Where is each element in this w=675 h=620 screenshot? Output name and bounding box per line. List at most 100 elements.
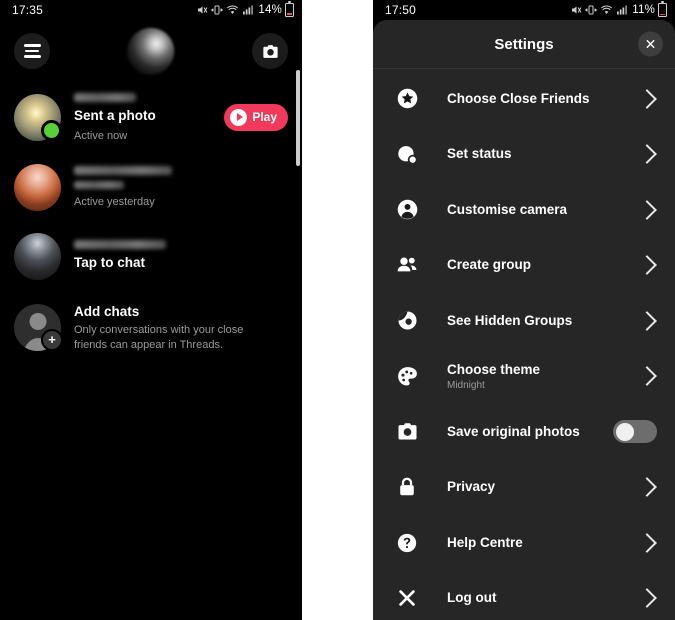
chat-row[interactable]: Sent a photo Active now Play (0, 82, 302, 153)
settings-item-choose-close-friends[interactable]: Choose Close Friends (373, 71, 675, 127)
settings-item-label: Choose Close Friends (447, 90, 590, 106)
lock-icon (395, 475, 419, 499)
camera-icon (262, 44, 278, 58)
left-app-header (0, 20, 302, 82)
toggle-knob (615, 422, 634, 441)
settings-item-create-group[interactable]: Create group (373, 238, 675, 294)
settings-sheet: Settings Choose Close Friends Set status… (373, 20, 675, 620)
settings-item-label: Help Centre (447, 534, 523, 550)
settings-item-privacy[interactable]: Privacy (373, 460, 675, 516)
play-button[interactable]: Play (224, 103, 288, 131)
chevron-right-icon (637, 310, 657, 331)
wifi-icon (227, 5, 239, 14)
plus-icon: + (41, 328, 63, 351)
settings-item-label: Set status (447, 146, 512, 162)
hamburger-menu-button[interactable] (14, 33, 50, 69)
settings-item-value: Midnight (447, 379, 485, 391)
chat-row[interactable]: Tap to chat (0, 222, 302, 291)
settings-item-label: Choose theme (447, 361, 541, 377)
profile-orb-avatar[interactable] (128, 28, 174, 74)
add-chats-row[interactable]: + Add chats Only conversations with your… (0, 291, 302, 367)
redacted-name (74, 93, 136, 102)
chevron-right-icon (637, 255, 657, 276)
left-phone-screen: 17:35 14% Sent a photo Active now Play A… (0, 0, 302, 620)
status-circle-icon (395, 142, 419, 166)
chevron-right-icon (637, 532, 657, 553)
chat-title: Tap to chat (74, 255, 146, 271)
settings-item-label: Log out (447, 590, 497, 606)
settings-item-text: See Hidden Groups (447, 313, 640, 329)
redacted-name (74, 240, 166, 250)
chat-row[interactable]: Active yesterday (0, 153, 302, 222)
mute-icon (198, 6, 208, 14)
palette-icon (395, 364, 419, 388)
vertical-scrollbar[interactable] (296, 70, 300, 166)
people-icon (395, 253, 419, 277)
close-x-icon (395, 586, 419, 610)
settings-item-text: Create group (447, 257, 640, 273)
chevron-right-icon (637, 366, 657, 387)
vibrate-icon (585, 5, 597, 15)
settings-item-text: Choose theme Midnight (447, 362, 640, 391)
settings-item-text: Log out (447, 590, 640, 606)
settings-item-text: Customise camera (447, 202, 640, 218)
chevron-right-icon (637, 199, 657, 220)
chevron-right-icon (637, 88, 657, 109)
status-time: 17:35 (12, 3, 44, 17)
add-chats-title: Add chats (74, 303, 140, 319)
chat-text: Tap to chat (74, 240, 288, 272)
settings-item-log-out[interactable]: Log out (373, 571, 675, 620)
redacted-name (74, 166, 172, 176)
camera-icon (395, 420, 419, 444)
chat-title: Sent a photo (74, 108, 156, 123)
chat-text: Active yesterday (74, 166, 288, 208)
settings-item-save-original-photos[interactable]: Save original photos (373, 404, 675, 460)
close-button[interactable] (638, 31, 663, 57)
settings-item-label: Save original photos (447, 423, 580, 439)
right-status-bar: 17:50 11% (373, 0, 675, 20)
settings-item-label: Customise camera (447, 201, 568, 217)
question-icon (395, 531, 419, 555)
settings-list: Choose Close Friends Set status Customis… (373, 69, 675, 620)
wifi-icon (601, 5, 613, 14)
add-chats-avatar: + (14, 303, 63, 351)
settings-item-label: Privacy (447, 479, 496, 495)
chat-subtitle: Active now (74, 129, 128, 142)
close-icon (646, 40, 655, 48)
eye-icon (395, 309, 419, 333)
page-title: Settings (494, 35, 554, 53)
settings-item-set-status[interactable]: Set status (373, 127, 675, 183)
battery-percent: 11% (632, 4, 655, 16)
battery-icon (285, 1, 294, 17)
online-status-dot (41, 119, 62, 141)
chat-subtitle: Active yesterday (74, 196, 155, 209)
redacted-title (74, 181, 124, 190)
chevron-right-icon (637, 477, 657, 498)
status-icons: 14% (196, 1, 294, 17)
settings-item-text: Help Centre (447, 535, 640, 551)
settings-header: Settings (373, 20, 675, 69)
status-icons: 11% (570, 1, 667, 17)
avatar (14, 163, 61, 211)
play-button-label: Play (252, 110, 277, 125)
settings-item-help-centre[interactable]: Help Centre (373, 515, 675, 571)
settings-item-text: Privacy (447, 479, 640, 495)
settings-item-label: See Hidden Groups (447, 312, 573, 328)
mute-icon (572, 6, 582, 14)
settings-item-text: Choose Close Friends (447, 91, 640, 107)
signal-icon (617, 5, 628, 15)
signal-icon (243, 5, 254, 15)
settings-item-label: Create group (447, 257, 532, 273)
save-original-photos-toggle[interactable] (613, 420, 657, 444)
avatar (14, 232, 61, 280)
chat-list: Sent a photo Active now Play Active yest… (0, 82, 302, 375)
chevron-right-icon (637, 588, 657, 609)
play-icon (230, 108, 248, 126)
settings-item-choose-theme[interactable]: Choose theme Midnight (373, 349, 675, 405)
star-icon (395, 87, 419, 111)
right-phone-screen: 17:50 11% Settings Choose Close Friends … (373, 0, 675, 620)
camera-button[interactable] (252, 33, 288, 69)
settings-item-see-hidden-groups[interactable]: See Hidden Groups (373, 293, 675, 349)
settings-item-customise-camera[interactable]: Customise camera (373, 182, 675, 238)
dual-screenshot-stage: 17:35 14% Sent a photo Active now Play A… (0, 0, 675, 620)
